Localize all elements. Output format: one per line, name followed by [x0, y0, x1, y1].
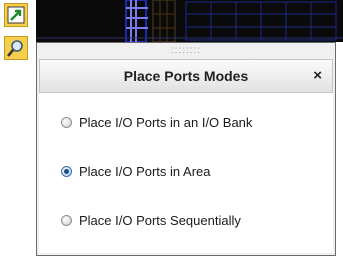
close-icon[interactable]: ×: [313, 68, 322, 84]
option-area-label: Place I/O Ports in Area: [79, 164, 211, 179]
option-area[interactable]: Place I/O Ports in Area: [61, 164, 211, 179]
option-sequentially-label: Place I/O Ports Sequentially: [79, 213, 241, 228]
option-io-bank[interactable]: Place I/O Ports in an I/O Bank: [61, 115, 252, 130]
place-ports-modes-popup: :::::::: Place Ports Modes × Place I/O P…: [36, 42, 336, 256]
left-toolbar: [0, 0, 36, 256]
device-grid-image: [36, 0, 343, 42]
options-list: Place I/O Ports in an I/O Bank Place I/O…: [39, 93, 333, 253]
search-tool-button[interactable]: [4, 36, 28, 60]
radio-selected-dot: [64, 169, 69, 174]
popup-header: Place Ports Modes ×: [39, 59, 333, 93]
radio-sequentially[interactable]: [61, 215, 72, 226]
place-ports-tool-button[interactable]: [4, 3, 28, 27]
place-ports-icon: [7, 6, 25, 24]
popup-drag-handle[interactable]: ::::::::: [37, 43, 335, 59]
search-icon: [7, 40, 23, 57]
popup-title: Place Ports Modes: [123, 68, 249, 84]
radio-area[interactable]: [61, 166, 72, 177]
drag-grip-icon: ::::::::: [170, 45, 202, 56]
radio-io-bank[interactable]: [61, 117, 72, 128]
option-io-bank-label: Place I/O Ports in an I/O Bank: [79, 115, 253, 130]
device-view: [36, 0, 343, 42]
option-sequentially[interactable]: Place I/O Ports Sequentially: [61, 213, 241, 228]
